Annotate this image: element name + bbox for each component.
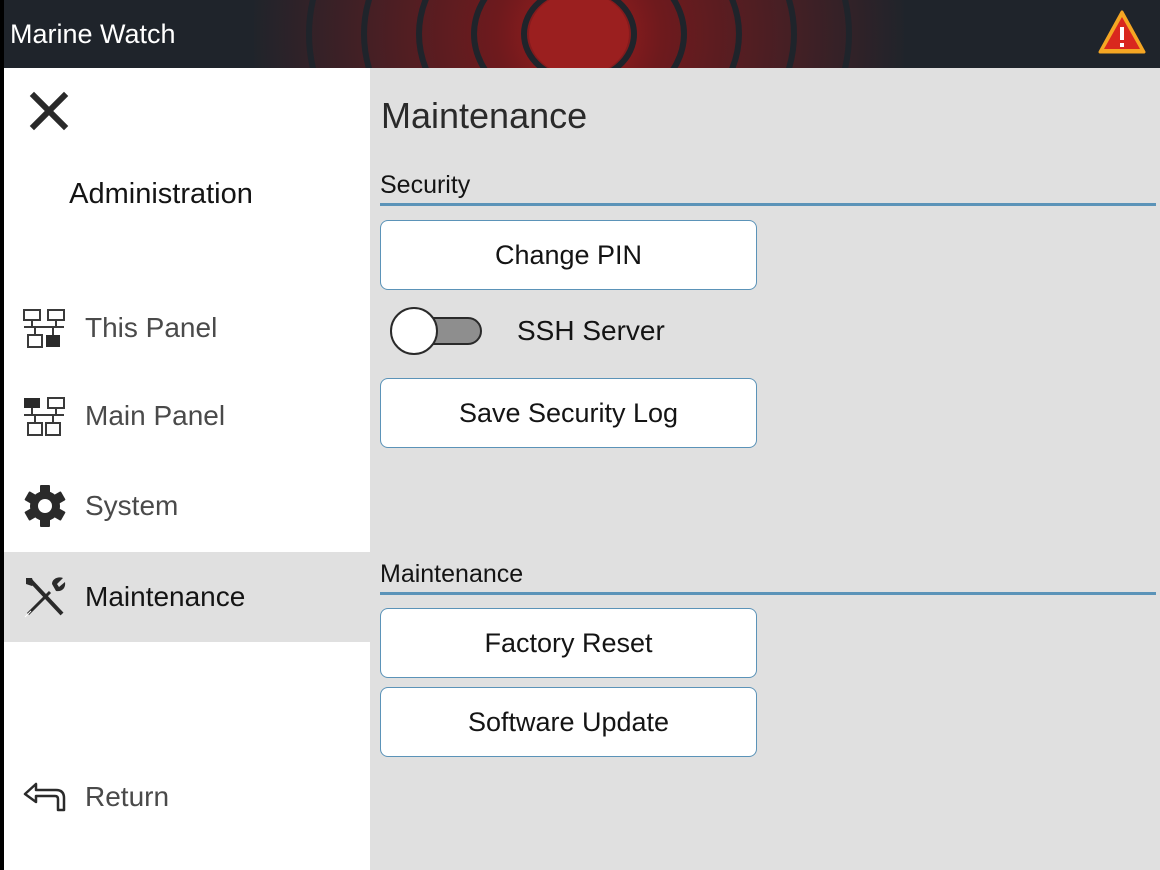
warning-triangle-icon[interactable]	[1097, 8, 1147, 58]
sidebar-item-label: Maintenance	[85, 581, 246, 612]
radar-graphic	[254, 0, 904, 68]
section-header-security: Security	[380, 170, 1156, 206]
sidebar-item-main-panel[interactable]: Main Panel	[4, 371, 370, 461]
app-window: Marine Watch Administration This Panel M…	[4, 0, 1160, 870]
ssh-server-label: SSH Server	[517, 315, 665, 346]
close-icon[interactable]	[26, 88, 72, 134]
tools-icon	[24, 577, 66, 618]
sidebar-item-label: System	[85, 490, 179, 521]
section-header-maintenance: Maintenance	[380, 559, 1156, 595]
ssh-server-toggle[interactable]	[390, 307, 484, 355]
top-bar: Marine Watch	[4, 0, 1160, 68]
page-title: Maintenance	[381, 95, 588, 136]
factory-reset-button[interactable]: Factory Reset	[380, 608, 757, 678]
sidebar-title: Administration	[4, 178, 370, 211]
sidebar-item-return[interactable]: Return	[4, 752, 370, 842]
toggle-knob	[390, 307, 438, 355]
network-main-icon	[24, 397, 65, 436]
app-title: Marine Watch	[10, 19, 176, 49]
save-security-log-button[interactable]: Save Security Log	[380, 378, 757, 448]
network-panel-icon	[23, 309, 65, 348]
return-arrow-icon	[23, 782, 66, 812]
sidebar-item-label: Main Panel	[85, 400, 226, 431]
sidebar-title-text: Administration	[69, 178, 253, 210]
change-pin-button[interactable]: Change PIN	[380, 220, 757, 290]
sidebar-item-label: This Panel	[85, 312, 218, 343]
main-content: Maintenance Security Change PIN SSH Serv…	[370, 68, 1160, 870]
sidebar-item-system[interactable]: System	[4, 461, 370, 551]
sidebar-item-this-panel[interactable]: This Panel	[4, 283, 370, 373]
sidebar-item-maintenance[interactable]: Maintenance	[4, 552, 370, 642]
sidebar: Administration This Panel Main Panel Sys…	[4, 68, 370, 870]
gear-icon	[24, 485, 66, 527]
software-update-button[interactable]: Software Update	[380, 687, 757, 757]
sidebar-item-label: Return	[85, 781, 170, 812]
